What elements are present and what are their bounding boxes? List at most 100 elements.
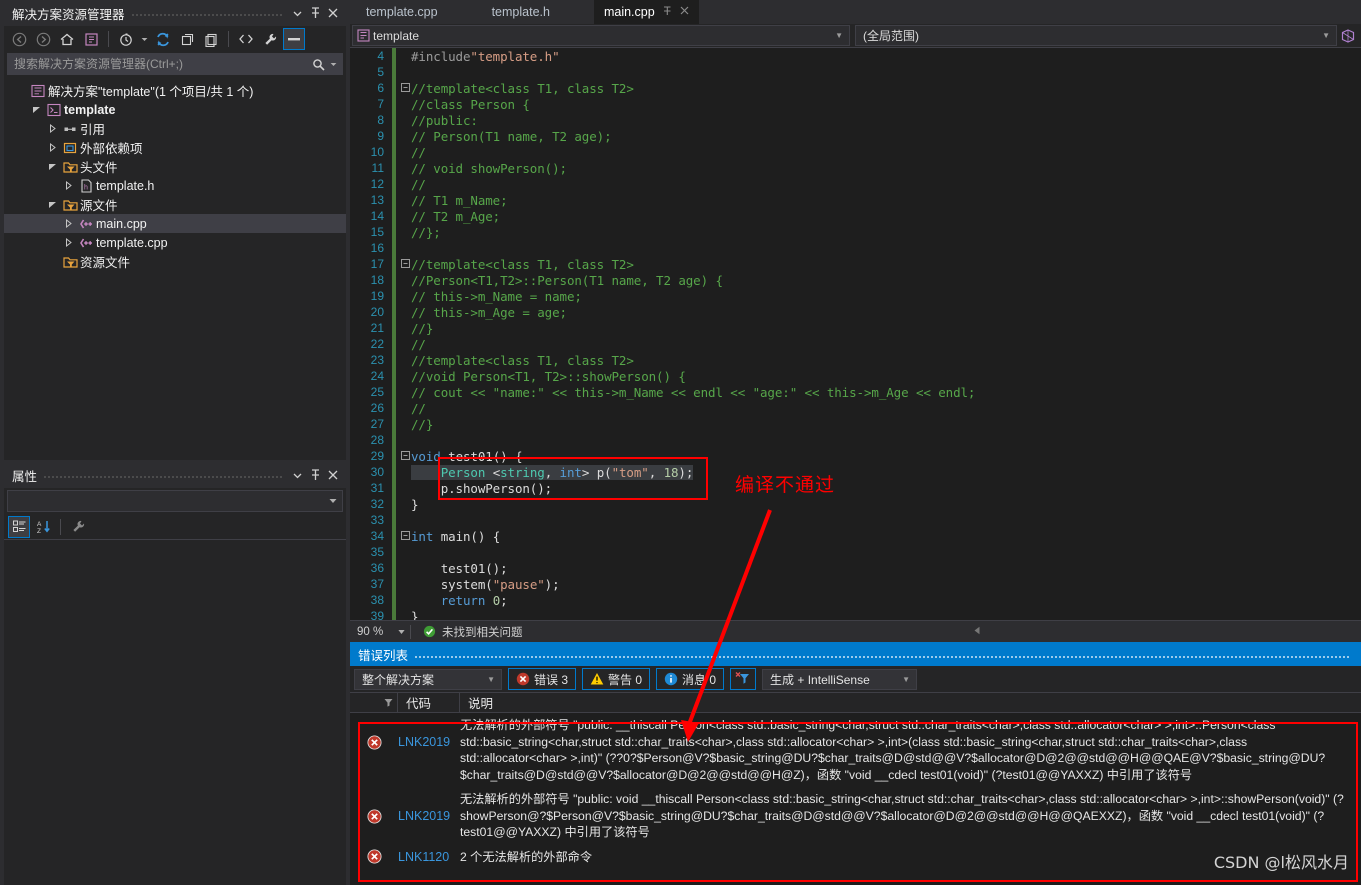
properties-close-icon[interactable] bbox=[324, 465, 342, 485]
code-line[interactable]: 17 //template<class T1, class T2> bbox=[350, 256, 1361, 272]
chevron-down-icon[interactable]: ▼ bbox=[898, 675, 914, 684]
tree-item-main.cpp[interactable]: main.cpp bbox=[4, 214, 346, 233]
search-icon[interactable] bbox=[310, 58, 327, 71]
properties-dropdown-icon[interactable] bbox=[288, 465, 306, 485]
code-line[interactable]: 11 // void showPerson(); bbox=[350, 160, 1361, 176]
messages-toggle-button[interactable]: 消息 0 bbox=[656, 668, 725, 690]
clear-filter-button[interactable] bbox=[730, 668, 757, 690]
nav-member-combo[interactable]: (全局范围) ▼ bbox=[855, 25, 1337, 46]
code-line[interactable]: 16 bbox=[350, 240, 1361, 256]
scroll-left-icon[interactable] bbox=[973, 626, 1361, 638]
properties-object-combo[interactable] bbox=[7, 490, 343, 512]
solution-explorer-search[interactable] bbox=[7, 53, 343, 75]
error-list-row[interactable]: LNK1120 2 个无法解析的外部命令 bbox=[350, 845, 1361, 870]
code-line[interactable]: 7 //class Person { bbox=[350, 96, 1361, 112]
column-header-severity[interactable] bbox=[350, 693, 398, 712]
code-line[interactable]: 10 // bbox=[350, 144, 1361, 160]
error-code[interactable]: LNK2019 bbox=[398, 791, 460, 823]
categorized-icon[interactable] bbox=[8, 515, 30, 538]
error-code[interactable]: LNK2019 bbox=[398, 717, 460, 749]
chevron-down-icon[interactable]: ▼ bbox=[831, 31, 847, 40]
code-line[interactable]: 19 // this->m_Name = name; bbox=[350, 288, 1361, 304]
code-line[interactable]: 29 void test01() { bbox=[350, 448, 1361, 464]
close-icon[interactable] bbox=[324, 3, 342, 23]
solution-tree[interactable]: 解决方案"template"(1 个项目/共 1 个) template 引用 外部依… bbox=[4, 78, 346, 460]
tree-item-template.h[interactable]: h template.h bbox=[4, 176, 346, 195]
expander-collapsed-icon[interactable] bbox=[44, 143, 60, 152]
code-line[interactable]: 9 // Person(T1 name, T2 age); bbox=[350, 128, 1361, 144]
properties-pin-icon[interactable] bbox=[306, 465, 324, 485]
code-line[interactable]: 30 Person <string, int> p("tom", 18); bbox=[350, 464, 1361, 480]
code-line[interactable]: 24 //void Person<T1, T2>::showPerson() { bbox=[350, 368, 1361, 384]
code-line[interactable]: 36 test01(); bbox=[350, 560, 1361, 576]
code-line[interactable]: 33 bbox=[350, 512, 1361, 528]
code-line[interactable]: 25 // cout << "name:" << this->m_Name << … bbox=[350, 384, 1361, 400]
fold-toggle-icon[interactable] bbox=[399, 82, 411, 94]
code-line[interactable]: 8 //public: bbox=[350, 112, 1361, 128]
tab-close-icon[interactable] bbox=[680, 6, 689, 18]
nav-scope-combo[interactable]: template ▼ bbox=[352, 25, 850, 46]
error-code[interactable]: LNK1120 bbox=[398, 850, 460, 864]
expander-expanded-icon[interactable] bbox=[28, 105, 44, 114]
property-pages-wrench-icon[interactable] bbox=[67, 516, 89, 538]
fold-toggle-icon[interactable] bbox=[399, 530, 411, 542]
tree-item--[interactable]: 引用 bbox=[4, 119, 346, 138]
tab-template-cpp[interactable]: template.cpp bbox=[354, 0, 448, 24]
tab-pin-icon[interactable] bbox=[663, 5, 672, 19]
code-line[interactable]: 18 //Person<T1,T2>::Person(T1 name, T2 ag… bbox=[350, 272, 1361, 288]
tab-template-h[interactable]: template.h bbox=[482, 0, 560, 24]
zoom-level-combo[interactable]: 90 % bbox=[350, 621, 410, 642]
code-line[interactable]: 20 // this->m_Age = age; bbox=[350, 304, 1361, 320]
expander-expanded-icon[interactable] bbox=[44, 200, 60, 209]
code-line[interactable]: 15 //}; bbox=[350, 224, 1361, 240]
code-line[interactable]: 27 //} bbox=[350, 416, 1361, 432]
home-icon[interactable] bbox=[56, 28, 78, 50]
code-line[interactable]: 39} bbox=[350, 608, 1361, 620]
tree-item--[interactable]: 头文件 bbox=[4, 157, 346, 176]
expander-collapsed-icon[interactable] bbox=[60, 238, 76, 247]
collapse-all-icon[interactable] bbox=[176, 28, 198, 50]
code-editor[interactable]: 4 #include"template.h" 5 6 //template<class … bbox=[350, 48, 1361, 620]
solution-view-icon[interactable] bbox=[80, 28, 102, 50]
build-filter-combo[interactable]: 生成 + IntelliSense ▼ bbox=[762, 668, 918, 690]
search-dropdown-icon[interactable] bbox=[327, 57, 340, 71]
code-line[interactable]: 21 //} bbox=[350, 320, 1361, 336]
code-line[interactable]: 35 bbox=[350, 544, 1361, 560]
document-tab-strip[interactable]: template.cpp template.h main.cpp bbox=[350, 0, 1361, 24]
pending-changes-dropdown-icon[interactable] bbox=[139, 28, 150, 50]
alphabetical-sort-icon[interactable]: AZ bbox=[32, 516, 54, 538]
tree-item-template[interactable]: template bbox=[4, 100, 346, 119]
code-line[interactable]: 31 p.showPerson(); bbox=[350, 480, 1361, 496]
code-line[interactable]: 6 //template<class T1, class T2> bbox=[350, 80, 1361, 96]
error-list-row[interactable]: LNK2019 无法解析的外部符号 "public: void __thiscal… bbox=[350, 787, 1361, 845]
tree-item--[interactable]: 源文件 bbox=[4, 195, 346, 214]
column-header-code[interactable]: 代码 bbox=[398, 693, 460, 712]
column-header-description[interactable]: 说明 bbox=[460, 693, 1361, 712]
code-line[interactable]: 13 // T1 m_Name; bbox=[350, 192, 1361, 208]
chevron-down-icon[interactable]: ▼ bbox=[483, 675, 499, 684]
back-arrow-icon[interactable] bbox=[8, 28, 30, 50]
code-line[interactable]: 37 system("pause"); bbox=[350, 576, 1361, 592]
warnings-toggle-button[interactable]: 警告 0 bbox=[582, 668, 651, 690]
show-all-files-icon[interactable] bbox=[200, 28, 222, 50]
tab-main-cpp[interactable]: main.cpp bbox=[593, 0, 699, 24]
tree-item-template.cpp[interactable]: template.cpp bbox=[4, 233, 346, 252]
error-list-row[interactable]: LNK2019 无法解析的外部符号 "public: __thiscall Per… bbox=[350, 713, 1361, 787]
minimize-icon[interactable] bbox=[283, 28, 305, 50]
panel-dropdown-icon[interactable] bbox=[288, 3, 306, 23]
tree-item--[interactable]: 外部依赖项 bbox=[4, 138, 346, 157]
forward-arrow-icon[interactable] bbox=[32, 28, 54, 50]
expander-collapsed-icon[interactable] bbox=[44, 124, 60, 133]
code-line[interactable]: 34 int main() { bbox=[350, 528, 1361, 544]
code-line[interactable]: 28 bbox=[350, 432, 1361, 448]
code-line[interactable]: 38 return 0; bbox=[350, 592, 1361, 608]
pending-changes-icon[interactable] bbox=[115, 28, 137, 50]
expander-expanded-icon[interactable] bbox=[44, 162, 60, 171]
code-line[interactable]: 12 // bbox=[350, 176, 1361, 192]
chevron-down-icon[interactable]: ▼ bbox=[1318, 31, 1334, 40]
error-scope-combo[interactable]: 整个解决方案 ▼ bbox=[354, 668, 502, 690]
search-input[interactable] bbox=[14, 57, 310, 71]
code-line[interactable]: 23 //template<class T1, class T2> bbox=[350, 352, 1361, 368]
properties-grid[interactable] bbox=[4, 540, 346, 885]
errors-toggle-button[interactable]: 错误 3 bbox=[508, 668, 577, 690]
